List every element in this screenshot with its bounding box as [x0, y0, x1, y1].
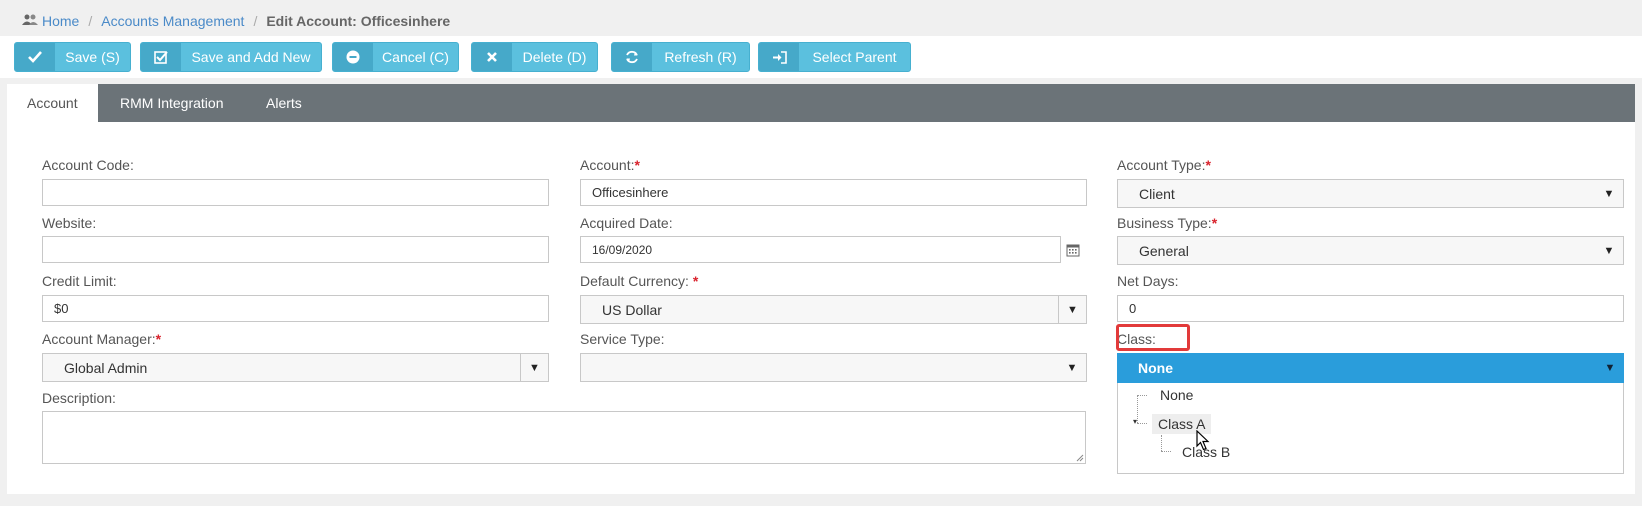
account-label-text: Account:: [580, 157, 635, 173]
account-code-input[interactable]: [42, 179, 549, 206]
required-mark: *: [1205, 157, 1211, 173]
default-currency-label-text: Default Currency:: [580, 273, 693, 289]
save-and-add-new-label: Save and Add New: [191, 49, 311, 65]
business-type-label-text: Business Type:: [1117, 215, 1212, 231]
tree-connector: [1137, 423, 1147, 424]
mouse-pointer-icon: [1196, 430, 1210, 451]
acquired-date-label: Acquired Date:: [580, 215, 673, 231]
breadcrumb-home-link[interactable]: Home: [42, 13, 79, 29]
default-currency-value: US Dollar: [602, 301, 662, 318]
tree-connector: [1137, 395, 1147, 396]
chevron-down-icon: ▼: [1058, 296, 1086, 323]
required-mark: *: [634, 157, 640, 173]
tab-alerts[interactable]: Alerts: [246, 84, 322, 122]
class-label-highlight: [1116, 324, 1190, 351]
breadcrumb-accounts-link[interactable]: Accounts Management: [101, 13, 244, 29]
account-name-input[interactable]: Officesinhere: [580, 179, 1087, 206]
chevron-down-icon: ▼: [1604, 362, 1616, 374]
class-tree-dropdown: ▾ None Class A Class B: [1117, 383, 1624, 474]
account-type-value: Client: [1139, 185, 1175, 202]
delete-button-label: Delete (D): [522, 49, 587, 65]
check-icon: [15, 43, 55, 71]
tab-rmm-integration[interactable]: RMM Integration: [100, 84, 243, 122]
business-type-label: Business Type:*: [1117, 215, 1217, 231]
acquired-date-input[interactable]: 16/09/2020: [580, 236, 1061, 263]
tree-expand-icon[interactable]: ▾: [1133, 417, 1137, 426]
save-and-add-new-button[interactable]: Save and Add New: [140, 42, 322, 72]
refresh-button-label: Refresh (R): [664, 49, 737, 65]
default-currency-label: Default Currency: *: [580, 273, 698, 289]
tab-account-label: Account: [27, 95, 78, 111]
breadcrumb-separator: /: [253, 13, 258, 29]
account-type-label-text: Account Type:: [1117, 157, 1206, 173]
description-label: Description:: [42, 390, 116, 406]
default-currency-select[interactable]: US Dollar ▼: [580, 295, 1087, 324]
credit-limit-input[interactable]: $0: [42, 295, 549, 322]
service-type-select[interactable]: ▼: [580, 353, 1087, 382]
net-days-input[interactable]: 0: [1117, 295, 1624, 322]
tab-alerts-label: Alerts: [266, 95, 302, 111]
select-parent-label: Select Parent: [812, 49, 897, 65]
chevron-down-icon: ▼: [1603, 187, 1615, 200]
tree-connector: [1161, 435, 1162, 451]
account-manager-select[interactable]: Global Admin ▼: [42, 353, 549, 382]
account-manager-label-text: Account Manager:: [42, 331, 156, 347]
required-mark: *: [692, 273, 699, 289]
breadcrumb-current: Edit Account: Officesinhere: [266, 13, 451, 29]
sign-in-icon: [759, 43, 799, 71]
account-type-select[interactable]: Client ▼: [1117, 179, 1624, 208]
check-square-icon: [141, 43, 181, 71]
close-icon: [472, 43, 512, 71]
save-button-label: Save (S): [65, 49, 120, 65]
breadcrumb-separator: /: [88, 13, 93, 29]
cancel-button[interactable]: Cancel (C): [332, 42, 459, 72]
credit-limit-label: Credit Limit:: [42, 273, 117, 289]
account-manager-label: Account Manager:*: [42, 331, 161, 347]
business-type-value: General: [1139, 242, 1189, 259]
calendar-icon[interactable]: [1066, 243, 1080, 260]
account-code-label: Account Code:: [42, 157, 134, 173]
chevron-down-icon: ▼: [520, 354, 548, 381]
description-textarea[interactable]: [42, 411, 1086, 464]
refresh-button[interactable]: Refresh (R): [611, 42, 750, 72]
users-icon: [22, 13, 38, 29]
required-mark: *: [1211, 215, 1218, 231]
select-parent-button[interactable]: Select Parent: [758, 42, 911, 72]
class-option-none[interactable]: None: [1154, 385, 1199, 405]
breadcrumb: Home / Accounts Management / Edit Accoun…: [22, 10, 450, 32]
website-input[interactable]: [42, 236, 549, 263]
save-button[interactable]: Save (S): [14, 42, 131, 72]
resize-grip-icon[interactable]: [1076, 454, 1084, 462]
delete-button[interactable]: Delete (D): [471, 42, 598, 72]
account-label: Account:*: [580, 157, 640, 173]
tab-rmm-integration-label: RMM Integration: [120, 95, 224, 111]
service-type-label: Service Type:: [580, 331, 665, 347]
account-manager-value: Global Admin: [64, 359, 148, 376]
tree-connector: [1137, 395, 1138, 423]
website-label: Website:: [42, 215, 97, 231]
chevron-down-icon: ▼: [1603, 244, 1615, 257]
class-value: None: [1138, 360, 1173, 376]
class-select[interactable]: None ▼: [1117, 353, 1624, 383]
refresh-icon: [612, 43, 652, 71]
account-type-label: Account Type:*: [1117, 157, 1211, 173]
business-type-select[interactable]: General ▼: [1117, 236, 1624, 265]
tab-account[interactable]: Account: [7, 84, 98, 122]
chevron-down-icon: ▼: [1066, 361, 1078, 374]
required-mark: *: [155, 331, 162, 347]
net-days-label: Net Days:: [1117, 273, 1179, 289]
tree-connector: [1161, 451, 1171, 452]
cancel-button-label: Cancel (C): [382, 49, 449, 65]
minus-circle-icon: [333, 43, 373, 71]
